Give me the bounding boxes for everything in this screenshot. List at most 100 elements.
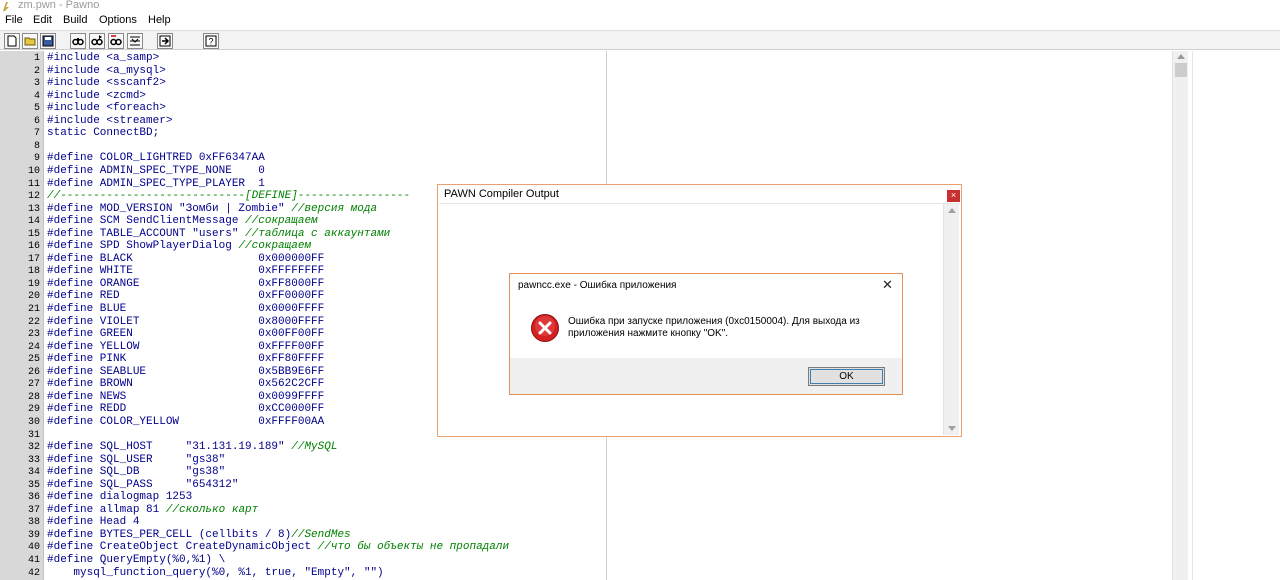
code-comment: //SendMes (291, 529, 351, 541)
error-dialog-title: pawncc.exe - Ошибка приложения (518, 280, 677, 291)
menu-edit[interactable]: Edit (33, 14, 52, 26)
code-line: #define YELLOW 0xFFFF00FF (47, 341, 324, 353)
line-number: 30 (27, 417, 40, 428)
code-text: #define GREEN 0x00FF00FF (47, 328, 325, 340)
compiler-close-button[interactable]: × (947, 190, 960, 202)
code-line: #define WHITE 0xFFFFFFFF (47, 265, 324, 277)
compile-button[interactable] (157, 33, 173, 49)
line-number: 16 (27, 241, 40, 252)
line-number: 12 (27, 191, 40, 202)
code-text: #define BROWN 0x562C2CFF (47, 378, 325, 390)
scroll-down-arrow-icon[interactable] (948, 426, 956, 431)
code-text: #define MOD_VERSION "Зомби | Zombie" (47, 203, 292, 215)
code-text: #define SQL_HOST "31.131.19.189" (47, 441, 292, 453)
code-text: #define RED 0xFF0000FF (47, 290, 325, 302)
code-text: #include <a_mysql> (47, 65, 166, 77)
scroll-up-arrow-icon[interactable] (1177, 54, 1185, 59)
line-number: 6 (33, 116, 40, 127)
line-number: 41 (27, 555, 40, 566)
scrollbar-thumb[interactable] (1175, 63, 1187, 77)
line-number: 31 (27, 430, 40, 441)
code-line: #include <zcmd> (47, 90, 146, 102)
goto-line-button[interactable] (127, 33, 143, 49)
code-comment: //таблица с аккаунтами (245, 228, 391, 240)
code-text: #define SCM SendClientMessage (47, 215, 246, 227)
new-file-button[interactable] (4, 33, 20, 49)
code-line: #define COLOR_LIGHTRED 0xFF6347AA (47, 152, 265, 164)
line-number: 34 (27, 467, 40, 478)
code-line: #define Head 4 (47, 516, 139, 528)
help-icon: ? (205, 35, 217, 47)
code-text: #define BYTES_PER_CELL (cellbits / 8) (47, 529, 292, 541)
code-line: #define SPD ShowPlayerDialog //сокращаем (47, 240, 311, 252)
error-dialog-close-button[interactable]: ✕ (882, 277, 893, 293)
line-number: 19 (27, 279, 40, 290)
code-line: #define GREEN 0x00FF00FF (47, 328, 324, 340)
new-file-icon (7, 35, 17, 47)
code-text: #define TABLE_ACCOUNT "users" (47, 228, 246, 240)
code-text: #include <a_samp> (47, 52, 160, 64)
line-number: 42 (27, 568, 40, 579)
error-dialog-message: Ошибка при запуске приложения (0xc015000… (568, 316, 860, 339)
code-line: #define BLUE 0x0000FFFF (47, 303, 324, 315)
code-line: #define ADMIN_SPEC_TYPE_NONE 0 (47, 165, 265, 177)
ok-button[interactable]: OK (808, 367, 885, 386)
line-number: 4 (33, 91, 40, 102)
code-comment: //----------------------------[DEFINE]--… (47, 190, 411, 202)
code-line: #define PINK 0xFF80FFFF (47, 353, 324, 365)
code-text: #define SQL_PASS "654312" (47, 479, 239, 491)
line-number: 28 (27, 392, 40, 403)
code-line: #define CreateObject CreateDynamicObject… (47, 541, 509, 553)
code-text: static ConnectBD; (47, 127, 160, 139)
line-number: 32 (27, 442, 40, 453)
code-line: #define SQL_USER "gs38" (47, 454, 225, 466)
code-line: #define SQL_PASS "654312" (47, 479, 238, 491)
code-line: mysql_function_query(%0, %1, true, "Empt… (47, 567, 383, 579)
line-number: 35 (27, 480, 40, 491)
code-line: #define BYTES_PER_CELL (cellbits / 8)//S… (47, 529, 351, 541)
save-icon (42, 35, 54, 47)
code-line: #include <sscanf2> (47, 77, 166, 89)
line-number: 5 (33, 103, 40, 114)
code-text: #define SEABLUE 0x5BB9E6FF (47, 366, 325, 378)
code-text: #define VIOLET 0x8000FFFF (47, 316, 325, 328)
editor-vertical-scrollbar[interactable] (1172, 51, 1188, 580)
code-text: #include <sscanf2> (47, 77, 166, 89)
scroll-up-arrow-icon[interactable] (948, 208, 956, 213)
find-button[interactable] (70, 33, 86, 49)
line-number: 11 (27, 179, 40, 190)
open-button[interactable] (22, 33, 38, 49)
compile-icon (159, 35, 171, 47)
code-line: #define SEABLUE 0x5BB9E6FF (47, 366, 324, 378)
toolbar: ? (0, 30, 1280, 50)
menu-build[interactable]: Build (63, 14, 87, 26)
line-number: 36 (27, 492, 40, 503)
code-line: #define VIOLET 0x8000FFFF (47, 316, 324, 328)
code-text: #define PINK 0xFF80FFFF (47, 353, 325, 365)
code-text: #include <streamer> (47, 115, 173, 127)
line-number: 29 (27, 404, 40, 415)
code-line: #define SQL_DB "gs38" (47, 466, 225, 478)
code-text: #define dialogmap 1253 (47, 491, 193, 503)
error-dialog: pawncc.exe - Ошибка приложения ✕ Ошибка … (509, 273, 903, 395)
goto-line-icon (130, 36, 140, 46)
compiler-output-title: PAWN Compiler Output (444, 188, 559, 200)
code-text: #define BLUE 0x0000FFFF (47, 303, 325, 315)
find-next-button[interactable] (89, 33, 105, 49)
window-title: zm.pwn - Pawno (18, 0, 100, 11)
replace-button[interactable] (108, 33, 124, 49)
menu-options[interactable]: Options (99, 14, 137, 26)
find-icon (72, 38, 84, 46)
code-text: #define SQL_USER "gs38" (47, 454, 226, 466)
code-line: #define QueryEmpty(%0,%1) \ (47, 554, 225, 566)
code-text: #define ADMIN_SPEC_TYPE_PLAYER 1 (47, 178, 265, 190)
line-number: 25 (27, 354, 40, 365)
menu-help[interactable]: Help (148, 14, 171, 26)
code-text: #define QueryEmpty(%0,%1) \ (47, 554, 226, 566)
compiler-vertical-scrollbar[interactable] (943, 204, 959, 435)
help-button[interactable]: ? (203, 33, 219, 49)
code-comment: //MySQL (291, 441, 338, 453)
menu-file[interactable]: File (5, 14, 23, 26)
code-text: #define CreateObject CreateDynamicObject (47, 541, 318, 553)
save-button[interactable] (40, 33, 56, 49)
